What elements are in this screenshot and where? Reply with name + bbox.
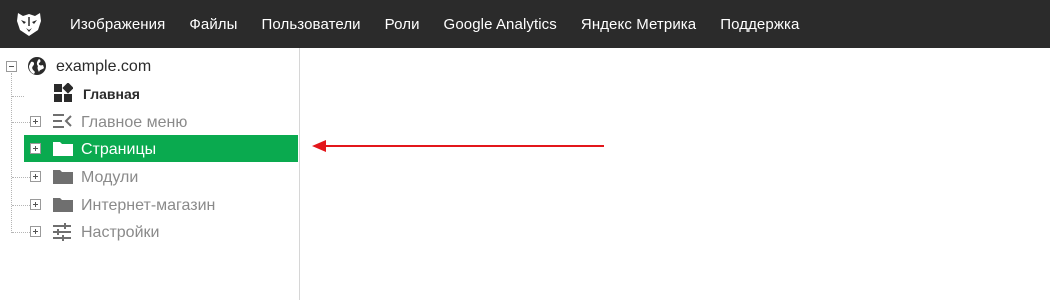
nav-google-analytics[interactable]: Google Analytics [444, 16, 557, 33]
nav-users[interactable]: Пользователи [262, 16, 361, 33]
main-nav: Изображения Файлы Пользователи Роли Goog… [70, 0, 823, 48]
panther-logo-icon[interactable] [15, 11, 43, 37]
globe-icon [27, 56, 47, 81]
tree-item-main-menu[interactable]: Главное меню [81, 114, 187, 132]
nav-support[interactable]: Поддержка [720, 16, 799, 33]
annotation-arrow [312, 140, 604, 152]
nav-roles[interactable]: Роли [385, 16, 420, 33]
folder-icon [52, 167, 74, 190]
sliders-icon [52, 222, 72, 247]
nav-yandex-metrika[interactable]: Яндекс Метрика [581, 16, 696, 33]
expand-toggle[interactable] [30, 226, 41, 237]
tree-item-modules[interactable]: Модули [81, 169, 138, 187]
expand-toggle[interactable] [30, 116, 41, 127]
nav-files[interactable]: Файлы [189, 16, 237, 33]
tree-connector [12, 205, 30, 206]
collapse-toggle[interactable] [6, 61, 17, 72]
tree-connector [12, 96, 24, 97]
tree-connector [11, 73, 12, 233]
folder-icon [52, 195, 74, 218]
tree-item-home[interactable]: Главная [83, 86, 140, 102]
nav-images[interactable]: Изображения [70, 16, 165, 33]
tree-root-label[interactable]: example.com [56, 58, 151, 76]
tree-connector [12, 232, 30, 233]
folder-icon [52, 139, 74, 162]
expand-toggle[interactable] [30, 199, 41, 210]
site-tree-panel: example.com Главная Главное меню Страниц… [0, 48, 300, 300]
tree-item-online-store[interactable]: Интернет-магазин [81, 197, 215, 215]
expand-toggle[interactable] [30, 143, 41, 154]
dashboard-icon [53, 82, 74, 108]
expand-toggle[interactable] [30, 171, 41, 182]
tree-connector [12, 177, 30, 178]
tree-item-pages[interactable]: Страницы [81, 141, 156, 159]
top-navbar: Изображения Файлы Пользователи Роли Goog… [0, 0, 1050, 48]
tree-item-settings[interactable]: Настройки [81, 224, 159, 242]
menu-icon [52, 112, 72, 135]
tree-connector [12, 122, 30, 123]
